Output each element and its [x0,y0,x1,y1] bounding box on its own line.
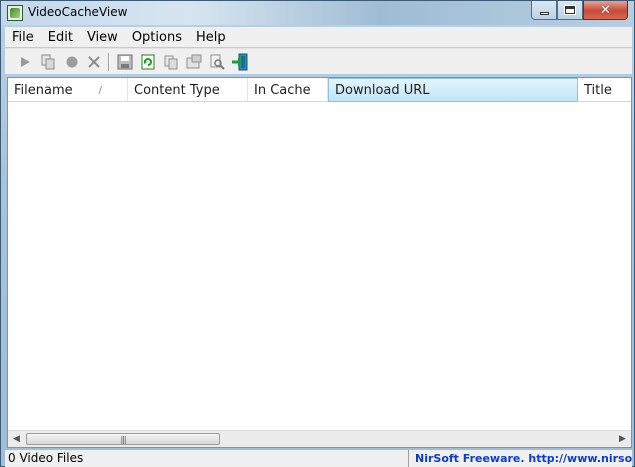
status-bar: 0 Video Files NirSoft Freeware. http://w… [5,450,632,467]
scroll-grip: ||| [120,434,126,444]
column-label: Filename [14,82,73,98]
column-download-url[interactable]: Download URL [328,78,578,102]
menu-edit[interactable]: Edit [41,30,80,45]
toolbar [5,48,632,74]
list-header: Filename / Content Type In Cache Downloa… [8,78,631,102]
title-bar[interactable]: VideoCacheView ✕ [1,1,634,25]
copy-files-icon[interactable] [39,53,57,71]
minimize-button[interactable] [531,1,557,20]
scroll-right-icon[interactable]: ▶ [614,431,631,447]
menu-options[interactable]: Options [125,30,189,45]
column-label: Download URL [335,82,430,98]
column-in-cache[interactable]: In Cache [248,78,328,102]
column-filename[interactable]: Filename / [8,78,128,102]
toolbar-separator [108,53,110,71]
minimize-icon [539,11,549,15]
video-list[interactable]: Filename / Content Type In Cache Downloa… [7,77,632,448]
column-label: Content Type [134,82,220,98]
scroll-thumb[interactable]: ||| [26,433,220,445]
horizontal-scrollbar[interactable]: ◀ ||| ▶ [8,430,631,447]
exit-icon[interactable] [231,53,249,71]
column-title[interactable]: Title [578,78,631,102]
menu-file[interactable]: File [5,30,41,45]
properties-icon[interactable] [185,53,203,71]
sort-indicator-icon: / [98,84,102,96]
menu-bar: File Edit View Options Help [5,27,632,47]
app-icon [7,5,23,21]
column-content-type[interactable]: Content Type [128,78,248,102]
window-title: VideoCacheView [28,5,128,19]
maximize-icon [564,5,576,15]
refresh-icon[interactable] [139,53,157,71]
copy-icon[interactable] [162,53,180,71]
maximize-button[interactable] [557,1,583,20]
video-count: 0 Video Files [5,450,409,467]
menu-help[interactable]: Help [189,30,233,45]
close-icon: ✕ [600,2,611,18]
app-window: VideoCacheView ✕ File Edit View Options … [0,0,635,467]
close-button[interactable]: ✕ [583,1,628,20]
play-icon[interactable] [16,53,34,71]
save-icon[interactable] [116,53,134,71]
find-icon[interactable] [208,53,226,71]
menu-view[interactable]: View [80,30,125,45]
delete-icon[interactable] [85,53,103,71]
column-label: Title [584,82,612,98]
scroll-left-icon[interactable]: ◀ [8,431,25,447]
record-icon[interactable] [63,53,81,71]
nirsoft-link[interactable]: NirSoft Freeware. http://www.nirsoft.ne [415,450,632,467]
column-label: In Cache [254,82,311,98]
